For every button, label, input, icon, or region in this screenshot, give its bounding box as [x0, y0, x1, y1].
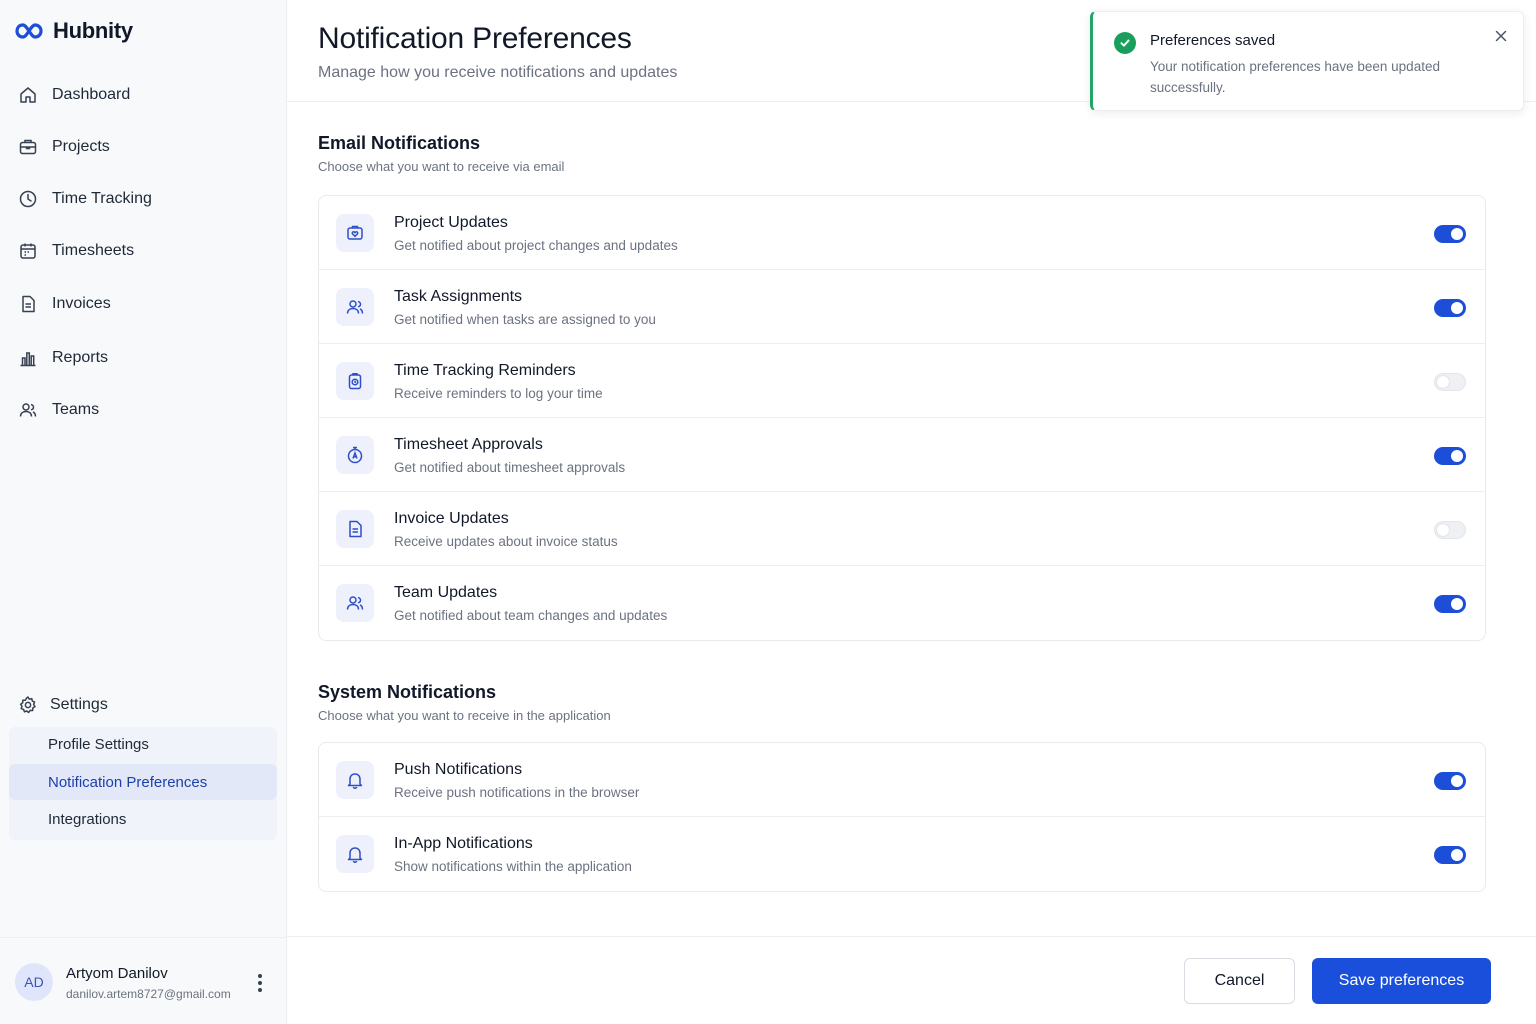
- users-icon: [19, 403, 37, 417]
- row-description: Receive reminders to log your time: [394, 386, 603, 401]
- row-description: Show notifications within the applicatio…: [394, 859, 632, 874]
- bell-icon: [336, 761, 374, 799]
- users-icon: [336, 584, 374, 622]
- list-item: Push Notifications Receive push notifica…: [319, 743, 1485, 817]
- sidebar-item-timesheets[interactable]: Timesheets: [18, 236, 134, 266]
- row-title: Invoice Updates: [394, 510, 509, 527]
- list-item: Task Assignments Get notified when tasks…: [319, 270, 1485, 344]
- time-tracking-reminders-toggle[interactable]: [1434, 373, 1466, 391]
- calendar-icon: [20, 243, 36, 259]
- list-item: Timesheet Approvals Get notified about t…: [319, 418, 1485, 492]
- sidebar-item-label: Dashboard: [52, 86, 131, 103]
- timer-icon: [336, 436, 374, 474]
- sidebar-item-label: Time Tracking: [52, 190, 152, 207]
- row-description: Get notified about timesheet approvals: [394, 460, 626, 475]
- row-title: In-App Notifications: [394, 835, 533, 852]
- page-title: Notification Preferences: [318, 22, 632, 55]
- cancel-button[interactable]: Cancel: [1184, 958, 1295, 1004]
- subitem-label: Profile Settings: [48, 735, 149, 753]
- sidebar-subitem-integrations[interactable]: Integrations: [9, 801, 277, 837]
- sidebar-item-reports[interactable]: Reports: [18, 343, 108, 373]
- document-icon: [336, 510, 374, 548]
- sidebar-item-time-tracking[interactable]: Time Tracking: [18, 184, 152, 214]
- subitem-label: Notification Preferences: [48, 773, 208, 791]
- app-logo[interactable]: Hubnity: [15, 18, 133, 44]
- sidebar-item-label: Invoices: [52, 295, 111, 312]
- user-profile-bar: AD Artyom Danilov danilov.artem8727@gmai…: [0, 937, 287, 1024]
- app-name: Hubnity: [53, 18, 133, 43]
- user-email: danilov.artem8727@gmail.com: [66, 987, 231, 1001]
- sidebar-item-teams[interactable]: Teams: [18, 395, 99, 425]
- row-title: Project Updates: [394, 214, 508, 231]
- row-description: Get notified when tasks are assigned to …: [394, 312, 656, 327]
- toast-message: Your notification preferences have been …: [1150, 59, 1440, 95]
- user-name: Artyom Danilov: [66, 965, 168, 982]
- row-title: Timesheet Approvals: [394, 436, 543, 453]
- briefcase-icon: [19, 139, 37, 155]
- close-icon[interactable]: [1493, 28, 1509, 44]
- system-notifications-card: Push Notifications Receive push notifica…: [318, 742, 1486, 892]
- list-item: Invoice Updates Receive updates about in…: [319, 492, 1485, 566]
- invoice-updates-toggle[interactable]: [1434, 521, 1466, 539]
- gear-icon: [19, 696, 36, 714]
- toast-title: Preferences saved: [1150, 32, 1276, 49]
- list-item: Project Updates Get notified about proje…: [319, 196, 1485, 270]
- row-description: Receive updates about invoice status: [394, 534, 618, 549]
- success-toast: Preferences saved Your notification pref…: [1090, 11, 1524, 111]
- email-notifications-card: Project Updates Get notified about proje…: [318, 195, 1486, 641]
- sidebar-item-label: Reports: [52, 349, 109, 366]
- list-item: Time Tracking Reminders Receive reminder…: [319, 344, 1485, 418]
- sidebar-item-dashboard[interactable]: Dashboard: [18, 80, 130, 110]
- row-description: Get notified about team changes and upda…: [394, 608, 668, 623]
- email-section-subtitle: Choose what you want to receive via emai…: [318, 159, 565, 174]
- task-assignments-toggle[interactable]: [1434, 299, 1466, 317]
- main-content: Notification Preferences Manage how you …: [287, 0, 1536, 1024]
- sidebar-subitem-notification-preferences[interactable]: Notification Preferences: [9, 764, 277, 800]
- timesheet-approvals-toggle[interactable]: [1434, 447, 1466, 465]
- row-title: Team Updates: [394, 584, 498, 601]
- row-description: Receive push notifications in the browse…: [394, 785, 640, 800]
- sidebar-item-label: Timesheets: [52, 242, 135, 259]
- push-notifications-toggle[interactable]: [1434, 772, 1466, 790]
- hubnity-logo-icon: [15, 23, 43, 39]
- sidebar-item-label: Projects: [52, 138, 110, 155]
- in-app-notifications-toggle[interactable]: [1434, 846, 1466, 864]
- home-icon: [20, 87, 36, 103]
- team-updates-toggle[interactable]: [1434, 595, 1466, 613]
- sidebar-item-invoices[interactable]: Invoices: [18, 289, 111, 319]
- footer-divider: [287, 936, 1536, 937]
- system-section-title: System Notifications: [318, 682, 497, 702]
- page-subtitle: Manage how you receive notifications and…: [318, 64, 678, 81]
- email-section-title: Email Notifications: [318, 133, 481, 153]
- settings-label: Settings: [50, 696, 108, 713]
- bell-icon: [336, 835, 374, 873]
- save-preferences-button[interactable]: Save preferences: [1312, 958, 1491, 1004]
- more-options-icon[interactable]: [252, 972, 268, 994]
- sidebar-item-settings[interactable]: Settings: [18, 690, 108, 720]
- project-updates-toggle[interactable]: [1434, 225, 1466, 243]
- sidebar-subitem-profile-settings[interactable]: Profile Settings: [9, 726, 277, 762]
- sidebar-item-label: Teams: [52, 401, 100, 418]
- sidebar-item-projects[interactable]: Projects: [18, 132, 110, 162]
- sidebar: Hubnity Dashboard Projects Time Tracking…: [0, 0, 287, 1024]
- document-icon: [22, 295, 35, 313]
- row-title: Push Notifications: [394, 761, 523, 778]
- row-title: Time Tracking Reminders: [394, 362, 576, 379]
- clipboard-clock-icon: [336, 362, 374, 400]
- subitem-label: Integrations: [48, 810, 127, 828]
- list-item: Team Updates Get notified about team cha…: [319, 566, 1485, 640]
- users-icon: [336, 288, 374, 326]
- system-section-subtitle: Choose what you want to receive in the a…: [318, 708, 611, 723]
- check-circle-icon: [1114, 32, 1136, 54]
- briefcase-heart-icon: [336, 214, 374, 252]
- row-title: Task Assignments: [394, 288, 523, 305]
- clock-icon: [19, 190, 37, 208]
- avatar[interactable]: AD: [15, 963, 53, 1001]
- list-item: In-App Notifications Show notifications …: [319, 817, 1485, 891]
- bar-chart-icon: [20, 352, 36, 367]
- row-description: Get notified about project changes and u…: [394, 238, 678, 253]
